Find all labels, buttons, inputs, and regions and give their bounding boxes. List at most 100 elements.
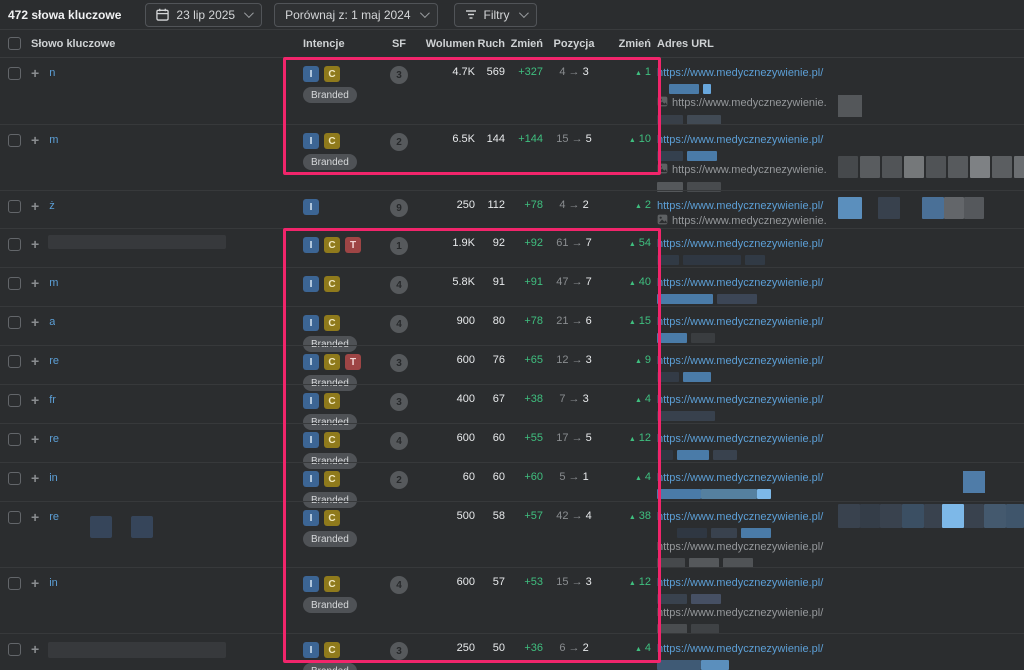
- result-url-link[interactable]: https://www.medycznezywienie.pl/: [657, 642, 1024, 657]
- secondary-url[interactable]: https://www.medycznezywienie.pl/: [657, 606, 1024, 621]
- volume-value: 600: [415, 432, 475, 444]
- keyword-text[interactable]: fr: [49, 394, 56, 406]
- redacted-strip: [838, 504, 1024, 528]
- row-checkbox[interactable]: [8, 394, 21, 407]
- secondary-url[interactable]: https://www.medycznezywienie.pl/: [657, 540, 1024, 555]
- volume-value: 4.7K: [415, 66, 475, 78]
- traffic-value: 80: [475, 315, 505, 327]
- keyword-text[interactable]: re: [49, 511, 59, 523]
- result-url-link[interactable]: https://www.medycznezywienie.pl/: [657, 237, 1024, 252]
- add-icon[interactable]: +: [31, 66, 39, 80]
- traffic-value: 60: [475, 471, 505, 483]
- add-icon[interactable]: +: [31, 133, 39, 147]
- add-icon[interactable]: +: [31, 393, 39, 407]
- add-icon[interactable]: +: [31, 471, 39, 485]
- keyword-text[interactable]: in: [49, 472, 58, 484]
- row-checkbox[interactable]: [8, 67, 21, 80]
- up-arrow-icon: ▲: [635, 203, 642, 210]
- result-url-link[interactable]: https://www.medycznezywienie.pl/: [657, 276, 1024, 291]
- table-row[interactable]: +n ICBranded 3 4.7K 569 +327 4 → 3 ▲1 ht…: [0, 58, 1024, 124]
- result-url-link[interactable]: https://www.medycznezywienie.pl/: [657, 133, 1024, 148]
- row-checkbox[interactable]: [8, 238, 21, 251]
- add-icon[interactable]: +: [31, 276, 39, 290]
- table-row[interactable]: +m IC 4 5.8K 91 +91 47 → 7 ▲40 https://w…: [0, 267, 1024, 306]
- row-checkbox[interactable]: [8, 433, 21, 446]
- row-checkbox[interactable]: [8, 355, 21, 368]
- keyword-text[interactable]: m: [49, 134, 58, 146]
- keyword-text[interactable]: re: [49, 355, 59, 367]
- filters-button[interactable]: Filtry: [454, 3, 537, 27]
- add-icon[interactable]: +: [31, 237, 39, 251]
- add-icon[interactable]: +: [31, 576, 39, 590]
- add-icon[interactable]: +: [31, 354, 39, 368]
- intent-badge-transactional: T: [345, 237, 361, 253]
- add-icon[interactable]: +: [31, 510, 39, 524]
- result-url-link[interactable]: https://www.medycznezywienie.pl/: [657, 432, 1024, 447]
- result-url-link[interactable]: https://www.medycznezywienie.pl/: [657, 66, 1024, 81]
- chevron-down-icon: [244, 8, 254, 18]
- position-new: 4: [586, 510, 592, 522]
- table-row[interactable]: +re ICBranded 500 58 +57 42 → 4 ▲38 http…: [0, 501, 1024, 567]
- result-url-link[interactable]: https://www.medycznezywienie.pl/: [657, 315, 1024, 330]
- keyword-text[interactable]: n: [49, 67, 55, 79]
- intent-badge-commercial: C: [324, 432, 340, 448]
- table-row[interactable]: +re ICBranded 4 600 60 +55 17 → 5 ▲12 ht…: [0, 423, 1024, 462]
- redacted-block: [741, 528, 771, 538]
- select-all-checkbox[interactable]: [8, 37, 21, 50]
- intent-badge-commercial: C: [324, 133, 340, 149]
- table-row[interactable]: +ż I 9 250 112 +78 4 → 2 ▲2 https://www.…: [0, 190, 1024, 228]
- keyword-text[interactable]: re: [49, 433, 59, 445]
- row-checkbox[interactable]: [8, 577, 21, 590]
- row-checkbox[interactable]: [8, 472, 21, 485]
- table-row[interactable]: +re ICTBranded 3 600 76 +65 12 → 3 ▲9 ht…: [0, 345, 1024, 384]
- redacted-block: [687, 151, 717, 161]
- table-row[interactable]: +m ICBranded 2 6.5K 144 +144 15 → 5 ▲10 …: [0, 124, 1024, 190]
- table-row[interactable]: +in ICBranded 2 60 60 +60 5 → 1 ▲4 https…: [0, 462, 1024, 501]
- table-row[interactable]: +n ICBranded 3 250 50 +36 6 → 2 ▲4 https…: [0, 633, 1024, 670]
- table-row[interactable]: +fr ICBranded 3 400 67 +38 7 → 3 ▲4 http…: [0, 384, 1024, 423]
- table-row[interactable]: +a ICBranded 4 900 80 +78 21 → 6 ▲15 htt…: [0, 306, 1024, 345]
- add-icon[interactable]: +: [31, 642, 39, 656]
- intent-badge-commercial: C: [324, 642, 340, 658]
- position-new: 2: [583, 642, 589, 654]
- redacted-block: [713, 450, 737, 460]
- redacted-block: [131, 516, 153, 538]
- header-change2[interactable]: Zmień: [605, 38, 651, 50]
- arrow-right-icon: →: [569, 642, 580, 654]
- result-url-link[interactable]: https://www.medycznezywienie.pl/: [657, 354, 1024, 369]
- keyword-text[interactable]: a: [49, 316, 55, 328]
- row-checkbox[interactable]: [8, 277, 21, 290]
- header-position[interactable]: Pozycja: [543, 38, 605, 50]
- header-traffic[interactable]: Ruch: [475, 38, 505, 50]
- table-row[interactable]: +in ICBranded 4 600 57 +53 15 → 3 ▲12 ht…: [0, 567, 1024, 633]
- image-url-link[interactable]: https://www.medycznezywienie.: [672, 214, 827, 229]
- result-url-link[interactable]: https://www.medycznezywienie.pl/: [657, 576, 1024, 591]
- row-checkbox[interactable]: [8, 511, 21, 524]
- traffic-value: 50: [475, 642, 505, 654]
- add-icon[interactable]: +: [31, 315, 39, 329]
- intent-badge-informational: I: [303, 432, 319, 448]
- header-change[interactable]: Zmień: [505, 38, 543, 50]
- redacted-strip: [838, 156, 1024, 178]
- date-picker-button[interactable]: 23 lip 2025: [145, 3, 262, 27]
- traffic-value: 58: [475, 510, 505, 522]
- add-icon[interactable]: +: [31, 432, 39, 446]
- traffic-change: +327: [505, 66, 543, 78]
- row-checkbox[interactable]: [8, 134, 21, 147]
- position-old: 21: [556, 315, 568, 327]
- arrow-right-icon: →: [572, 276, 583, 288]
- result-url-link[interactable]: https://www.medycznezywienie.pl/: [657, 393, 1024, 408]
- toolbar: 472 słowa kluczowe 23 lip 2025 Porównaj …: [0, 0, 1024, 30]
- keyword-text[interactable]: ż: [49, 200, 55, 212]
- image-url-link[interactable]: https://www.medycznezywienie.: [672, 96, 827, 111]
- row-checkbox[interactable]: [8, 643, 21, 656]
- image-url-link[interactable]: https://www.medycznezywienie.: [672, 163, 827, 178]
- row-checkbox[interactable]: [8, 200, 21, 213]
- row-checkbox[interactable]: [8, 316, 21, 329]
- compare-button[interactable]: Porównaj z: 1 maj 2024: [274, 3, 437, 27]
- table-row[interactable]: +m ICT 1 1.9K 92 +92 61 → 7 ▲54 https://…: [0, 228, 1024, 267]
- header-volume[interactable]: Wolumen: [415, 38, 475, 50]
- keyword-text[interactable]: m: [49, 277, 58, 289]
- add-icon[interactable]: +: [31, 199, 39, 213]
- keyword-text[interactable]: in: [49, 577, 58, 589]
